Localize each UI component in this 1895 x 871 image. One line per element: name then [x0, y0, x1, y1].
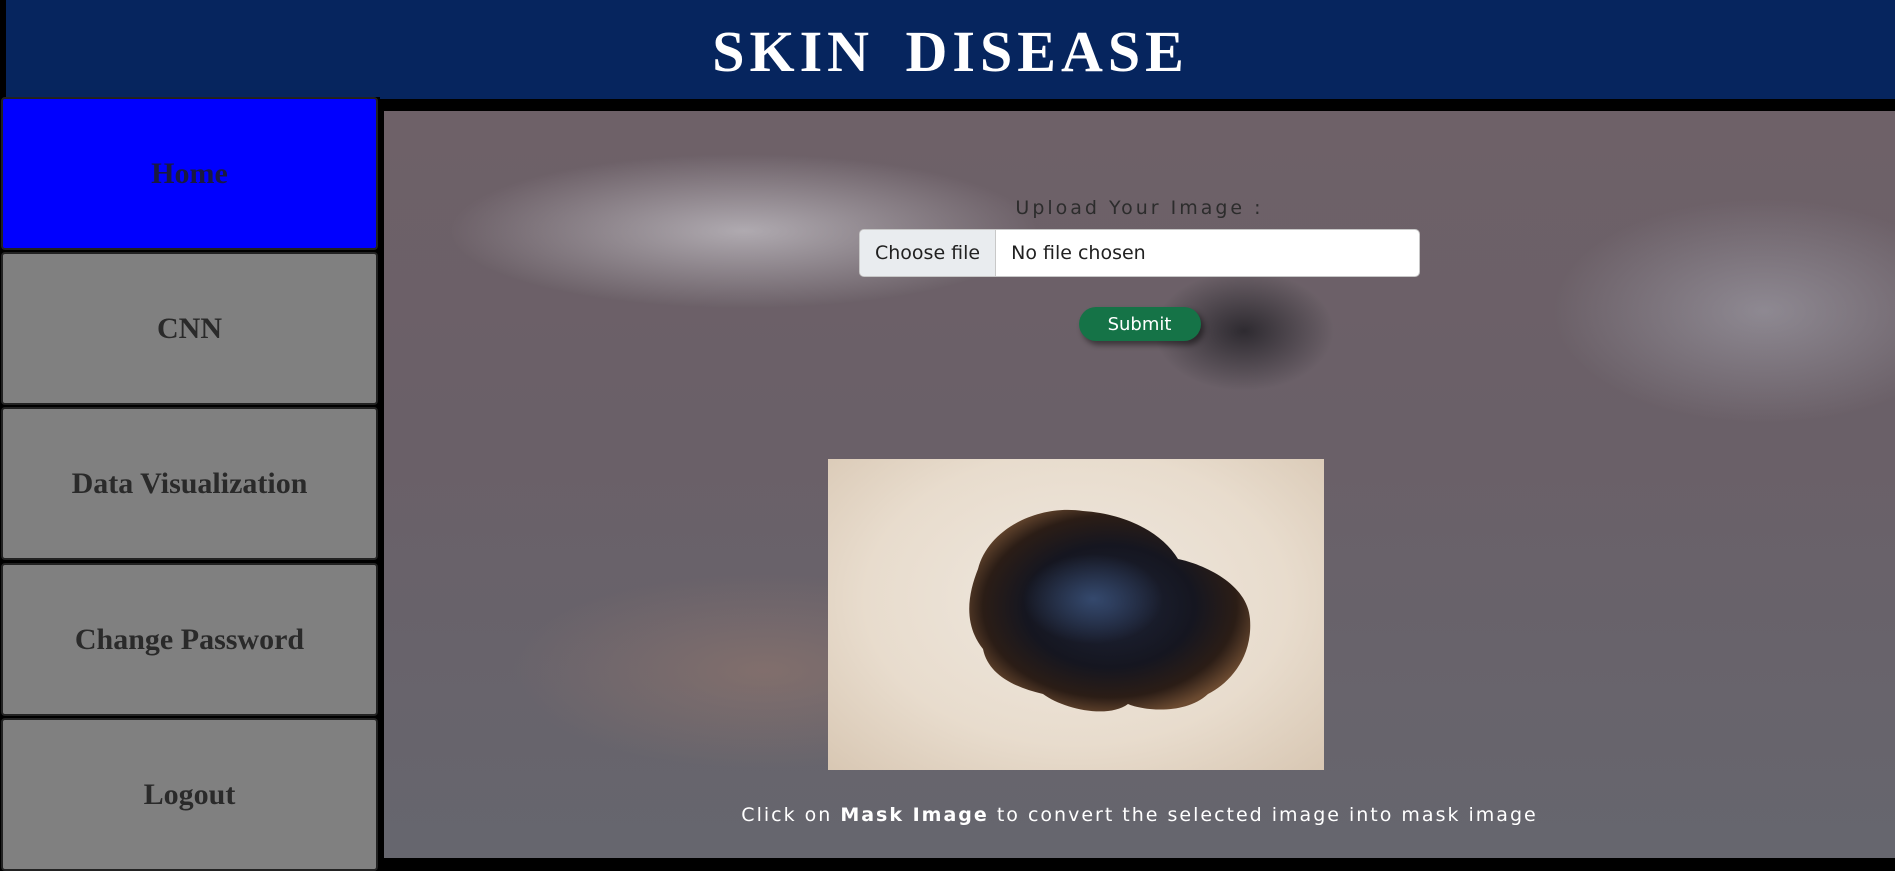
mask-image-emphasis: Mask Image [840, 804, 989, 826]
mask-instruction-text: Click on Mask Image to convert the selec… [741, 804, 1538, 826]
sidebar: Home CNN Data Visualization Change Passw… [0, 97, 380, 871]
app-header: SKIN DISEASE [6, 0, 1895, 105]
main-content: Upload Your Image : Choose file No file … [384, 111, 1895, 858]
upload-form: Upload Your Image : Choose file No file … [384, 197, 1895, 341]
nav-logout-button[interactable]: Logout [1, 718, 378, 871]
upload-label: Upload Your Image : [1015, 197, 1264, 219]
file-input[interactable]: Choose file No file chosen [859, 229, 1420, 277]
nav-change-password-button[interactable]: Change Password [1, 563, 378, 716]
nav-data-visualization-button[interactable]: Data Visualization [1, 407, 378, 560]
submit-button[interactable]: Submit [1078, 307, 1201, 341]
nav-home-button[interactable]: Home [1, 97, 378, 250]
nav-cnn-button[interactable]: CNN [1, 252, 378, 405]
file-name-display: No file chosen [1011, 242, 1146, 264]
page-title: SKIN DISEASE [712, 19, 1189, 84]
uploaded-skin-image [828, 459, 1324, 770]
skin-lesion-graphic [969, 509, 1251, 712]
choose-file-button[interactable]: Choose file [860, 230, 997, 276]
